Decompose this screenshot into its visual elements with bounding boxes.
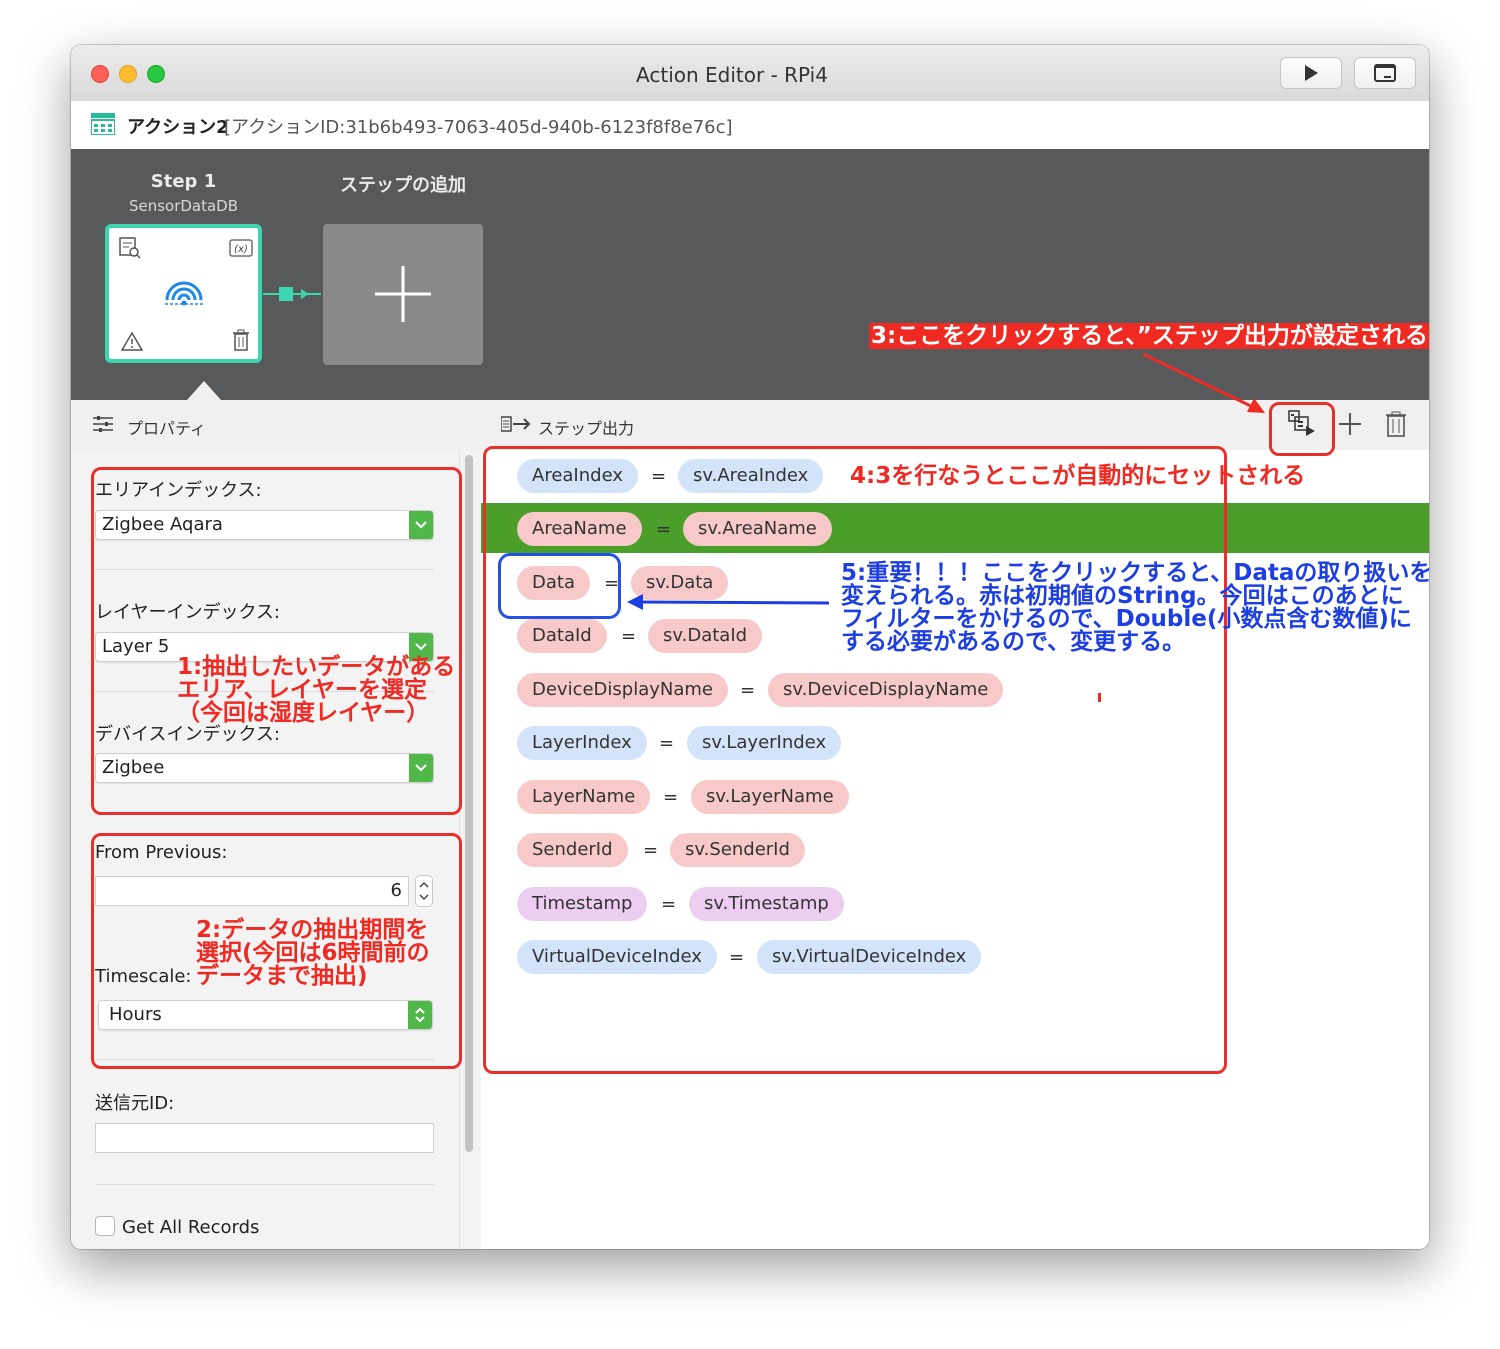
annotation-note-5-line-2: 変えられる。赤は初期値のString。今回はこのあとに: [841, 583, 1404, 609]
annotation-note-5-line-3: フィルターをかけるので、Double(小数点含む数値)に: [841, 606, 1412, 632]
wireless-sensor-icon: [165, 281, 203, 306]
svg-text:(x): (x): [234, 244, 248, 255]
action-editor-window: Action Editor - RPi4 アクション2 [アクションID:31b…: [71, 45, 1429, 1249]
action-header: アクション2 [アクションID:31b6b493-7063-405d-940b-…: [71, 101, 1429, 150]
delete-output-icon[interactable]: [1385, 411, 1407, 437]
get-all-records-label: Get All Records: [122, 1217, 260, 1238]
annotation-note-2-line-1: 2:データの抽出期間を: [196, 917, 429, 943]
play-icon: [1305, 65, 1318, 81]
annotation-arrow-3: [1142, 352, 1265, 413]
terminal-icon: [1374, 64, 1396, 82]
annotation-box-1: [91, 467, 462, 815]
add-step-title: ステップの追加: [340, 175, 466, 196]
annotation-box-5: [498, 553, 621, 619]
action-name: アクション2: [127, 117, 229, 138]
step-1-subtitle: SensorDataDB: [128, 197, 239, 215]
step-1-card[interactable]: (x): [105, 224, 262, 363]
properties-scroll-thumb[interactable]: [465, 455, 473, 1152]
variable-icon[interactable]: (x): [229, 239, 253, 257]
annotation-arrow-5: [627, 594, 830, 610]
annotation-note-4: 4:3を行なうとここが自動的にセットされる: [850, 463, 1306, 489]
annotation-note-2-line-3: データまで抽出): [196, 963, 368, 989]
annotation-note-1-line-3: （今回は湿度レイヤー）: [177, 700, 430, 726]
selection-caret: [187, 381, 221, 400]
annotation-box-3: [1269, 402, 1335, 456]
add-output-icon[interactable]: [1338, 412, 1362, 436]
step-1-title: Step 1: [150, 171, 217, 192]
annotation-tick-mark: [1098, 693, 1101, 702]
annotation-note-1-line-2: エリア、レイヤーを選定: [177, 677, 428, 703]
title-bar: Action Editor - RPi4: [71, 45, 1429, 102]
annotation-note-2-line-2: 選択(今回は6時間前の: [196, 940, 430, 966]
properties-title: プロパティ: [127, 419, 207, 438]
output-icon: [501, 416, 531, 432]
divider: [95, 1184, 434, 1185]
get-all-records-checkbox[interactable]: [95, 1216, 115, 1236]
window-title: Action Editor - RPi4: [636, 63, 828, 87]
properties-header: プロパティ: [71, 400, 481, 451]
warning-icon: [121, 331, 143, 351]
annotation-note-5-line-1: 5:重要！！！ここをクリックすると、Dataの取り扱いを: [841, 560, 1429, 586]
console-button[interactable]: [1354, 57, 1416, 89]
annotation-note-1-line-1: 1:抽出したいデータがある: [177, 654, 456, 680]
annotation-note-3-text: 3:ここをクリックすると、”ステップ出力が設定される: [869, 323, 1429, 349]
annotation-note-5-line-4: する必要があるので、変更する。: [841, 629, 1186, 655]
run-button[interactable]: [1280, 57, 1342, 89]
sender-id-label: 送信元ID:: [95, 1093, 175, 1114]
action-table-icon: [91, 113, 115, 135]
trash-icon[interactable]: [232, 329, 250, 351]
add-step-button[interactable]: [323, 224, 483, 365]
sender-id-input[interactable]: [95, 1123, 434, 1153]
inspect-icon[interactable]: [119, 237, 141, 259]
step-output-title: ステップ出力: [538, 419, 635, 438]
annotation-note-3: 3:ここをクリックすると、”ステップ出力が設定される: [869, 323, 1429, 349]
annotation-box-4: [483, 446, 1227, 1074]
action-id: [アクションID:31b6b493-7063-405d-940b-6123f8f…: [224, 117, 733, 138]
step-connector-icon: [263, 287, 321, 301]
plus-icon: [375, 266, 431, 322]
sliders-icon: [93, 416, 113, 432]
